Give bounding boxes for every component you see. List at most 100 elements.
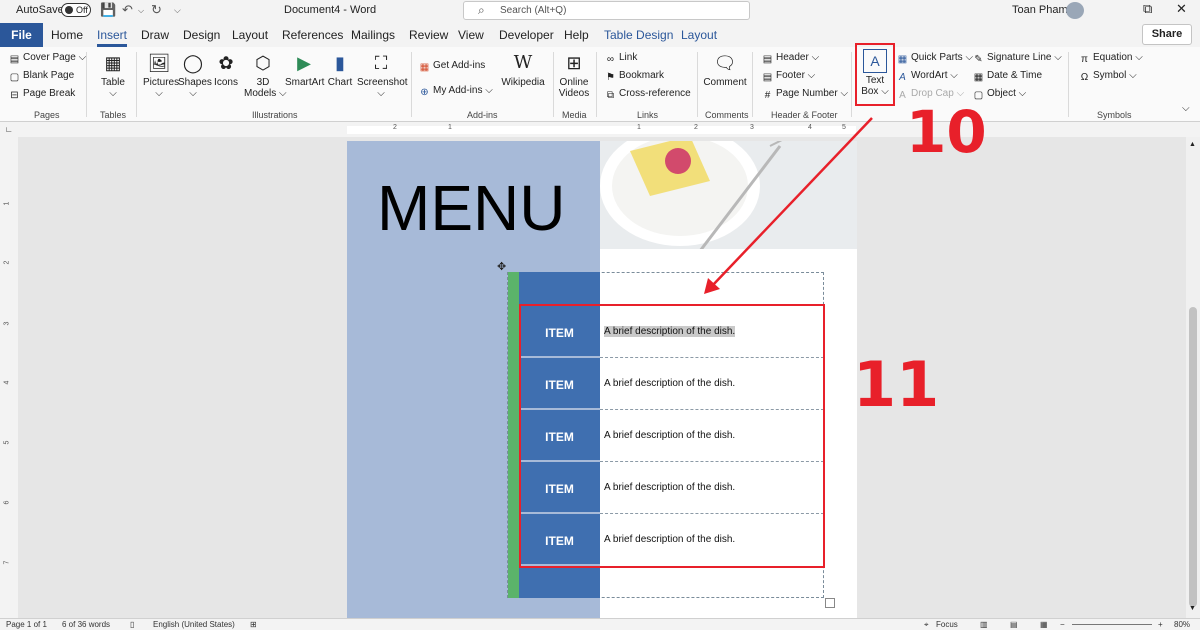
online-videos-button[interactable]: ⊞ Online Videos — [557, 51, 591, 99]
share-button[interactable]: Share — [1142, 24, 1192, 45]
zoom-slider[interactable] — [1072, 624, 1152, 625]
header-button[interactable]: ▤ Header ⌵ — [762, 52, 819, 65]
scroll-down-icon[interactable]: ▼ — [1189, 605, 1196, 612]
collapse-ribbon-icon[interactable]: ⌵ — [1182, 103, 1190, 114]
get-addins-button[interactable]: ▦ Get Add-ins — [419, 60, 486, 73]
vertical-scrollbar[interactable]: ▲ ▼ — [1186, 137, 1200, 618]
bookmark-button[interactable]: ⚑ Bookmark — [605, 70, 664, 83]
tab-references[interactable]: References — [282, 28, 343, 42]
save-icon[interactable]: 💾 — [100, 2, 116, 18]
tab-draw[interactable]: Draw — [141, 28, 169, 42]
undo-dropdown-icon[interactable]: ⌵ — [138, 6, 144, 16]
table-rows-highlight — [519, 304, 825, 568]
undo-icon[interactable]: ↶ — [122, 2, 133, 18]
tab-selector-icon[interactable]: ∟ — [5, 125, 13, 134]
menu-title[interactable]: MENU — [377, 171, 565, 245]
link-button[interactable]: ∞ Link — [605, 52, 637, 65]
accessibility-icon[interactable]: ⊞ — [250, 620, 257, 629]
language-status[interactable]: English (United States) — [153, 620, 235, 629]
table-resize-handle[interactable] — [825, 598, 835, 608]
focus-mode[interactable]: Focus — [936, 620, 958, 629]
scrollbar-thumb[interactable] — [1189, 307, 1197, 607]
tab-home[interactable]: Home — [51, 28, 83, 42]
table-button[interactable]: ▦ Table ⌵ — [98, 51, 128, 99]
wordart-button[interactable]: A WordArt ⌵ — [897, 70, 958, 83]
tab-view[interactable]: View — [458, 28, 484, 42]
icons-button[interactable]: ✿ Icons — [212, 51, 240, 88]
group-separator — [86, 52, 87, 117]
green-accent-strip — [508, 272, 519, 598]
restore-window-icon[interactable]: ⧉ — [1143, 1, 1152, 17]
group-separator — [851, 52, 852, 117]
table-header-cell[interactable] — [519, 272, 600, 304]
table-footer-cell[interactable] — [519, 566, 600, 598]
group-label-media: Media — [562, 110, 587, 120]
tab-mailings[interactable]: Mailings — [351, 28, 395, 42]
tab-design[interactable]: Design — [183, 28, 220, 42]
smartart-button[interactable]: ▶ SmartArt — [285, 51, 325, 88]
redo-icon[interactable]: ↻ — [151, 2, 162, 18]
3d-models-label-line2: Models — [244, 88, 277, 99]
3d-models-label-line1: 3D — [256, 77, 270, 88]
signature-line-button[interactable]: ✎ Signature Line ⌵ — [973, 52, 1062, 65]
dessert-photo — [600, 141, 857, 249]
group-separator — [752, 52, 753, 117]
search-box[interactable]: ⌕ Search (Alt+Q) — [463, 1, 750, 20]
wikipedia-button[interactable]: W Wikipedia — [500, 51, 546, 88]
page-number-button[interactable]: # Page Number ⌵ — [762, 88, 848, 101]
pictures-button[interactable]: 🖼 Pictures ⌵ — [143, 51, 179, 99]
chart-button[interactable]: ▮ Chart — [327, 51, 353, 88]
cross-reference-button[interactable]: ⧉ Cross-reference — [605, 88, 691, 101]
tab-help[interactable]: Help — [564, 28, 589, 42]
zoom-level[interactable]: 80% — [1174, 620, 1190, 629]
word-count[interactable]: 6 of 36 words — [62, 620, 110, 629]
vertical-ruler[interactable]: 1 2 3 4 5 6 7 — [0, 137, 18, 618]
read-mode-icon[interactable]: ▥ — [980, 620, 988, 629]
chart-icon: ▮ — [335, 53, 345, 73]
title-bar: AutoSave Off 💾 ↶ ⌵ ↻ ⌵ Document4 - Word … — [0, 0, 1200, 22]
horizontal-ruler[interactable]: ∟ 2 1 1 2 3 4 5 — [0, 123, 1200, 137]
avatar[interactable] — [1066, 2, 1084, 19]
date-time-button[interactable]: ▦ Date & Time — [973, 70, 1042, 83]
tab-layout[interactable]: Layout — [232, 28, 268, 42]
autosave-toggle[interactable]: Off — [61, 3, 91, 17]
page-break-button[interactable]: ⊟ Page Break — [9, 88, 75, 101]
ruler-number: 3 — [750, 124, 754, 131]
comment-button[interactable]: 🗨 Comment — [702, 51, 748, 88]
online-videos-label-line2: Videos — [558, 88, 590, 99]
table-move-handle-icon[interactable]: ✥ — [497, 260, 506, 273]
focus-icon[interactable]: ⌖ — [924, 620, 929, 630]
blank-page-button[interactable]: ▢ Blank Page — [9, 70, 74, 83]
tab-insert[interactable]: Insert — [97, 28, 128, 47]
customize-toolbar-icon[interactable]: ⌵ — [174, 5, 181, 16]
document-page[interactable]: MENU ✥ ITEM ITEM ITEM ITEM ITEM A brief … — [347, 141, 857, 618]
equation-button[interactable]: π Equation ⌵ — [1079, 52, 1143, 65]
my-addins-button[interactable]: ⊕ My Add-ins ⌵ — [419, 85, 493, 98]
document-canvas[interactable]: MENU ✥ ITEM ITEM ITEM ITEM ITEM A brief … — [18, 137, 1186, 618]
tab-review[interactable]: Review — [409, 28, 448, 42]
close-window-icon[interactable]: ✕ — [1176, 1, 1187, 17]
print-layout-icon[interactable]: ▤ — [1010, 620, 1018, 629]
tab-developer[interactable]: Developer — [499, 28, 554, 42]
smartart-label: SmartArt — [285, 77, 325, 88]
footer-label: Footer — [776, 70, 805, 81]
zoom-in-icon[interactable]: + — [1158, 620, 1163, 629]
screenshot-button[interactable]: ⛶ Screenshot ⌵ — [357, 51, 408, 99]
web-layout-icon[interactable]: ▦ — [1040, 620, 1048, 629]
shapes-button[interactable]: ◯ Shapes ⌵ — [178, 51, 212, 99]
cover-page-button[interactable]: ▤ Cover Page ⌵ — [9, 52, 86, 65]
scroll-up-icon[interactable]: ▲ — [1189, 141, 1196, 148]
page-count[interactable]: Page 1 of 1 — [6, 620, 47, 629]
zoom-out-icon[interactable]: − — [1060, 620, 1065, 629]
bookmark-label: Bookmark — [619, 70, 665, 81]
ruler-number: 2 — [393, 124, 397, 131]
3d-cube-icon: ⬡ — [255, 53, 271, 73]
3d-models-button[interactable]: ⬡ 3D Models ⌵ — [244, 51, 287, 99]
footer-button[interactable]: ▤ Footer ⌵ — [762, 70, 816, 83]
tab-file[interactable]: File — [0, 23, 43, 47]
symbol-button[interactable]: Ω Symbol ⌵ — [1079, 70, 1137, 83]
quick-parts-button[interactable]: ▦ Quick Parts ⌵ — [897, 52, 973, 65]
tab-table-layout[interactable]: Layout — [681, 28, 717, 42]
proofing-icon[interactable]: ▯ — [130, 620, 134, 629]
tab-table-design[interactable]: Table Design — [604, 28, 673, 42]
